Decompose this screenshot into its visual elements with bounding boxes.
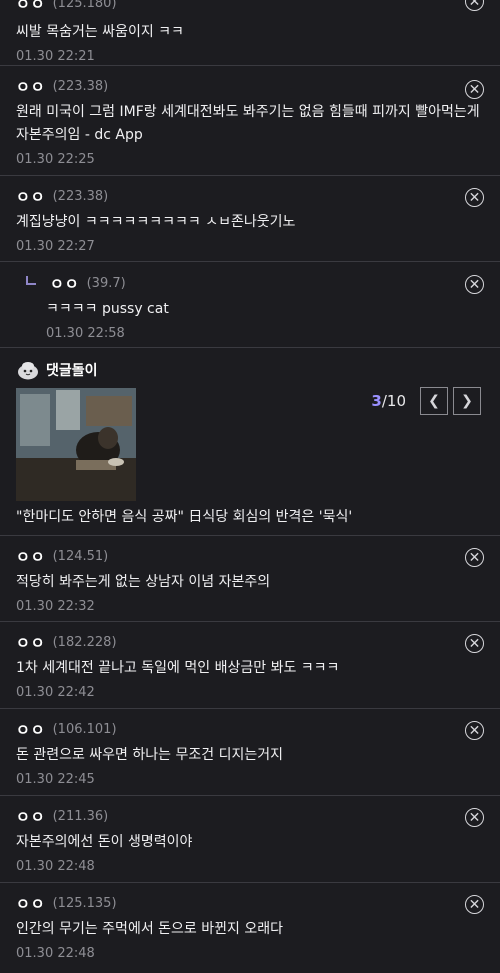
comment-item: ㅇㅇ (106.101) 돈 관련으로 싸우면 하나는 무조건 디지는거지 01… <box>0 709 500 796</box>
comment-date: 01.30 22:21 <box>16 49 95 64</box>
comment-date: 01.30 22:27 <box>16 239 95 254</box>
pager-total: /10 <box>381 392 406 410</box>
comment-nickname[interactable]: ㅇㅇ <box>16 719 46 740</box>
comment-text: ㅋㅋㅋㅋ pussy cat <box>46 301 169 317</box>
comment-ip: (124.51) <box>52 548 109 564</box>
comment-date: 01.30 22:48 <box>16 859 95 874</box>
comment-nickname[interactable]: ㅇㅇ <box>16 632 46 653</box>
close-icon[interactable]: ✕ <box>465 895 484 914</box>
close-icon[interactable]: ✕ <box>465 721 484 740</box>
comment-item: ㅇㅇ (125.180) 씨발 목숨거는 싸움이지 ㅋㅋ 01.30 22:21… <box>0 0 500 66</box>
close-icon[interactable]: ✕ <box>465 275 484 294</box>
comment-item: ㅇㅇ (223.38) 원래 미국이 그럼 IMF랑 세계대전봐도 봐주기는 없… <box>0 66 500 176</box>
comment-text: 인간의 무기는 주먹에서 돈으로 바뀐지 오래다 <box>16 921 283 937</box>
comment-text: 원래 미국이 그럼 IMF랑 세계대전봐도 봐주기는 없음 힘들때 피까지 빨아… <box>16 104 480 143</box>
comment-ip: (182.228) <box>52 634 117 650</box>
comment-date: 01.30 22:58 <box>46 326 125 341</box>
mascot-icon <box>18 362 38 380</box>
comment-text: 자본주의에선 돈이 생명력이야 <box>16 834 193 850</box>
recommendation-title: 댓글돌이 <box>46 363 98 379</box>
recommendation-header: 댓글돌이 <box>16 360 98 380</box>
recommendation-caption[interactable]: "한마디도 안하면 음식 공짜" 日식당 회심의 반격은 '묵식' <box>16 506 352 526</box>
comment-ip: (211.36) <box>52 808 109 824</box>
comment-nickname[interactable]: ㅇㅇ <box>16 546 46 567</box>
chevron-right-icon: ❯ <box>461 393 473 409</box>
reply-item: ㅇㅇ (39.7) ㅋㅋㅋㅋ pussy cat 01.30 22:58 ✕ <box>0 262 500 348</box>
pager-current: 3 <box>371 392 382 410</box>
comment-ip: (125.135) <box>52 895 117 911</box>
comment-item: ㅇㅇ (125.135) 인간의 무기는 주먹에서 돈으로 바뀐지 오래다 01… <box>0 883 500 973</box>
recommendation-panel: 댓글돌이 3/10 ❮ ❯ "한마디도 안하면 음식 공짜" 日식당 회심의 반… <box>0 348 500 536</box>
next-button[interactable]: ❯ <box>453 387 481 415</box>
recommendation-thumbnail[interactable] <box>16 388 136 501</box>
comment-text: 씨발 목숨거는 싸움이지 ㅋㅋ <box>16 24 184 40</box>
comment-item: ㅇㅇ (211.36) 자본주의에선 돈이 생명력이야 01.30 22:48 … <box>0 796 500 883</box>
comment-date: 01.30 22:42 <box>16 685 95 700</box>
comment-meta: ㅇㅇ (125.135) <box>16 893 484 913</box>
close-icon[interactable]: ✕ <box>465 548 484 567</box>
comment-ip: (106.101) <box>52 721 117 737</box>
pager-count: 3/10 <box>371 392 406 410</box>
comment-nickname[interactable]: ㅇㅇ <box>16 0 46 14</box>
comment-nickname[interactable]: ㅇㅇ <box>16 186 46 207</box>
comment-ip: (223.38) <box>52 188 109 204</box>
comment-date: 01.30 22:25 <box>16 152 95 167</box>
reply-arrow-icon <box>26 275 36 285</box>
comment-nickname[interactable]: ㅇㅇ <box>50 273 80 294</box>
comment-nickname[interactable]: ㅇㅇ <box>16 76 46 97</box>
comment-text: 계집냥냥이 ㅋㅋㅋㅋㅋㅋㅋㅋㅋ ㅅㅂ존나웃기노 <box>16 214 296 230</box>
close-icon[interactable]: ✕ <box>465 808 484 827</box>
comment-date: 01.30 22:48 <box>16 946 95 961</box>
comment-item: ㅇㅇ (182.228) 1차 세계대전 끝나고 독일에 먹인 배상금만 봐도 … <box>0 622 500 709</box>
comment-item: ㅇㅇ (223.38) 계집냥냥이 ㅋㅋㅋㅋㅋㅋㅋㅋㅋ ㅅㅂ존나웃기노 01.3… <box>0 176 500 262</box>
comment-meta: ㅇㅇ (106.101) <box>16 719 484 739</box>
close-icon[interactable]: ✕ <box>465 188 484 207</box>
comment-ip: (39.7) <box>86 275 126 291</box>
comment-ip: (223.38) <box>52 78 109 94</box>
comment-date: 01.30 22:32 <box>16 599 95 614</box>
comment-text: 1차 세계대전 끝나고 독일에 먹인 배상금만 봐도 ㅋㅋㅋ <box>16 660 340 676</box>
recommendation-pager: 3/10 ❮ ❯ <box>371 387 481 415</box>
comment-date: 01.30 22:45 <box>16 772 95 787</box>
comment-meta: ㅇㅇ (223.38) <box>16 186 484 206</box>
prev-button[interactable]: ❮ <box>420 387 448 415</box>
chevron-left-icon: ❮ <box>428 393 440 409</box>
comment-nickname[interactable]: ㅇㅇ <box>16 806 46 827</box>
comment-text: 돈 관련으로 싸우면 하나는 무조건 디지는거지 <box>16 747 283 763</box>
comment-nickname[interactable]: ㅇㅇ <box>16 893 46 914</box>
close-icon[interactable]: ✕ <box>465 80 484 99</box>
comment-meta: ㅇㅇ (125.180) <box>16 0 484 14</box>
close-icon[interactable]: ✕ <box>465 634 484 653</box>
comment-meta: ㅇㅇ (211.36) <box>16 806 484 826</box>
comment-meta: ㅇㅇ (124.51) <box>16 546 484 566</box>
comment-text: 적당히 봐주는게 없는 상남자 이념 자본주의 <box>16 574 271 590</box>
comment-ip: (125.180) <box>52 0 117 11</box>
comment-item: ㅇㅇ (124.51) 적당히 봐주는게 없는 상남자 이념 자본주의 01.3… <box>0 536 500 622</box>
comment-meta: ㅇㅇ (182.228) <box>16 632 484 652</box>
comment-meta: ㅇㅇ (39.7) <box>22 273 484 293</box>
comment-meta: ㅇㅇ (223.38) <box>16 76 484 96</box>
